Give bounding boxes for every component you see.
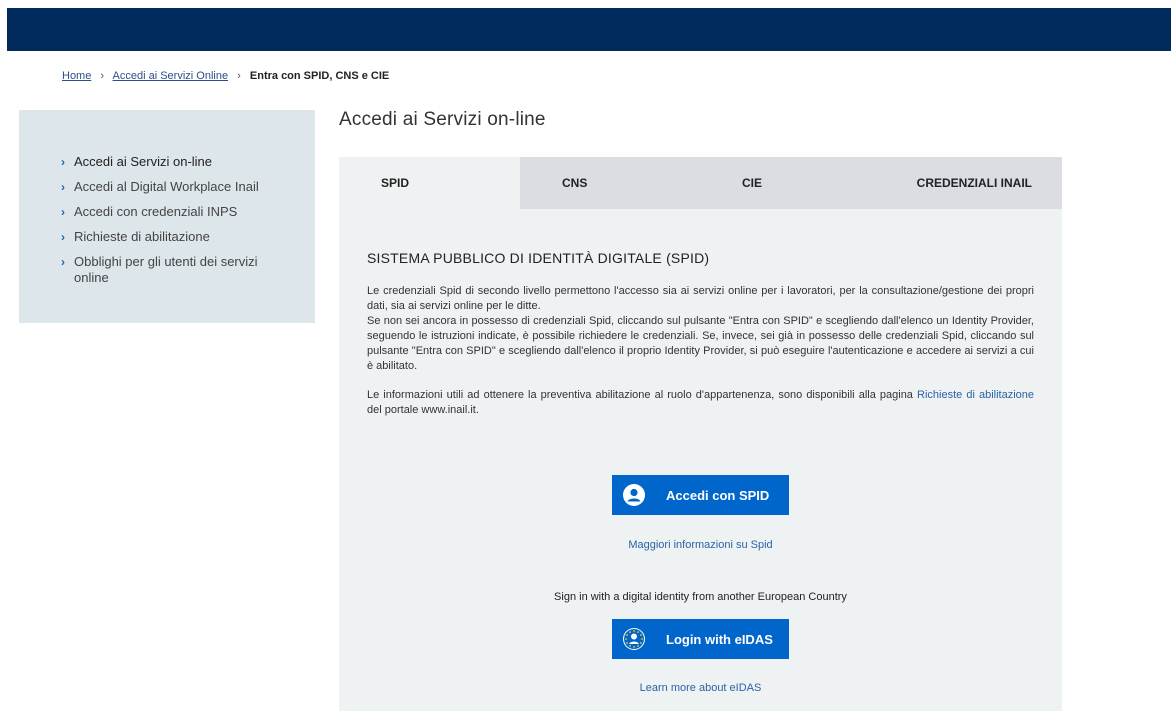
page-title: Accedi ai Servizi on-line (339, 109, 546, 130)
breadcrumb-servizi-online-link[interactable]: Accedi ai Servizi Online (113, 70, 229, 82)
sidebar-item-digital-workplace[interactable]: › Accedi al Digital Workplace Inail (61, 179, 285, 195)
tab-spid[interactable]: SPID (339, 157, 520, 209)
breadcrumb-separator: › (100, 70, 105, 82)
login-eidas-button[interactable]: Login with eIDAS (612, 619, 789, 659)
sidebar-item-label: Accedi con credenziali INPS (74, 204, 238, 219)
accedi-spid-label: Accedi con SPID (666, 487, 770, 503)
spid-info-link[interactable]: Maggiori informazioni su Spid (339, 539, 1062, 551)
sidebar-item-label: Accedi ai Servizi on-line (74, 154, 213, 169)
sidebar-item-credenziali-inps[interactable]: › Accedi con credenziali INPS (61, 204, 285, 220)
sidebar-item-obblighi-utenti[interactable]: › Obblighi per gli utenti dei servizi on… (61, 254, 285, 286)
top-header-bar (7, 8, 1171, 51)
eu-signin-text: Sign in with a digital identity from ano… (554, 591, 847, 603)
tab-cie[interactable]: CIE (700, 157, 880, 209)
abilitazione-info: Le informazioni utili ad ottenere la pre… (367, 388, 1034, 418)
richieste-abilitazione-link[interactable]: Richieste di abilitazione (917, 389, 1034, 401)
tab-cns[interactable]: CNS (520, 157, 700, 209)
spid-description-p1: Le credenziali Spid di secondo livello p… (367, 285, 1034, 312)
login-tabs: SPID CNS CIE CREDENZIALI INAIL (339, 157, 1062, 209)
chevron-right-icon: › (61, 180, 65, 194)
chevron-right-icon: › (61, 255, 65, 269)
spid-description: Le credenziali Spid di secondo livello p… (367, 284, 1034, 374)
chevron-right-icon: › (61, 230, 65, 244)
sidebar-item-label: Richieste di abilitazione (74, 229, 210, 244)
tab-content: SISTEMA PUBBLICO DI IDENTITÀ DIGITALE (S… (339, 250, 1062, 418)
sidebar-item-label: Accedi al Digital Workplace Inail (74, 179, 259, 194)
chevron-right-icon: › (61, 155, 65, 169)
sidebar-item-label: Obblighi per gli utenti dei servizi onli… (74, 254, 258, 285)
spid-description-p2: Se non sei ancora in possesso di credenz… (367, 315, 1034, 372)
accedi-spid-button[interactable]: Accedi con SPID (612, 475, 789, 515)
eu-stars-icon (623, 628, 645, 650)
login-eidas-label: Login with eIDAS (666, 631, 773, 647)
abilitazione-text-before: Le informazioni utili ad ottenere la pre… (367, 389, 918, 401)
login-panel: SPID CNS CIE CREDENZIALI INAIL SISTEMA P… (339, 157, 1062, 711)
sidebar-item-accedi-servizi-online[interactable]: › Accedi ai Servizi on-line (61, 154, 285, 170)
chevron-right-icon: › (61, 205, 65, 219)
user-circle-icon (623, 484, 645, 506)
breadcrumb-current: Entra con SPID, CNS e CIE (249, 70, 390, 82)
sidebar-item-richieste-abilitazione[interactable]: › Richieste di abilitazione (61, 229, 285, 245)
breadcrumb-separator: › (237, 70, 241, 82)
eidas-info-link[interactable]: Learn more about eIDAS (339, 682, 1062, 694)
tab-credenziali-inail[interactable]: CREDENZIALI INAIL (880, 157, 1062, 209)
section-title: SISTEMA PUBBLICO DI IDENTITÀ DIGITALE (S… (367, 250, 710, 266)
breadcrumb: Home › Accedi ai Servizi Online › Entra … (62, 70, 389, 82)
abilitazione-text-after: del portale www.inail.it. (367, 404, 479, 416)
sidebar-menu: › Accedi ai Servizi on-line › Accedi al … (19, 110, 315, 323)
breadcrumb-home-link[interactable]: Home (62, 70, 91, 82)
